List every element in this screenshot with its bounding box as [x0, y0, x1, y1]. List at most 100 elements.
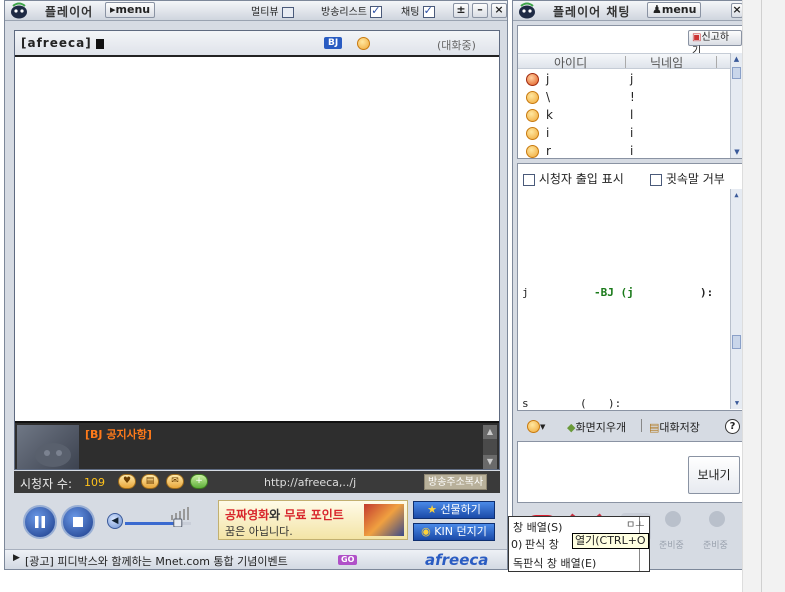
scroll-up-icon[interactable]: ▲: [731, 53, 742, 65]
save-icon: ▤: [649, 421, 660, 434]
chat-bottom-tail: ):: [608, 397, 622, 410]
scroll-up-icon[interactable]: ▲: [731, 189, 742, 201]
chat-bottom-user: s: [522, 397, 529, 410]
video-area[interactable]: [15, 59, 499, 419]
chat-msg-bj: -BJ (j: [594, 286, 634, 299]
scroll-thumb[interactable]: [732, 335, 741, 349]
bj-thumbnail: [17, 425, 79, 469]
shortcut-tooltip: 열기(CTRL+O: [572, 533, 649, 549]
chat-toolbar: ▼ ◆화면지우개 ▤대화저장 ?: [517, 413, 743, 439]
user-list-header: 아이디 닉네임: [518, 53, 730, 71]
user-list-panel: ▣신고하기 아이디 닉네임 j j \ ! k l i i r i ▲ ▼: [517, 25, 743, 159]
chat-log-scrollbar[interactable]: ▲ ▼: [730, 189, 742, 409]
broadcast-url: http://afreeca,../j: [264, 476, 357, 489]
bj-face-icon: [357, 37, 370, 50]
notice-scrollbar[interactable]: ▲ ▼: [483, 425, 497, 469]
afreeca-logo-icon: [519, 2, 535, 19]
emoticon-button[interactable]: ▼: [527, 419, 545, 433]
show-entry-checkbox[interactable]: [523, 173, 535, 186]
volume-level-icon: [125, 507, 191, 528]
user-list-scrollbar[interactable]: ▲ ▼: [730, 53, 742, 158]
col-nick-header[interactable]: 닉네임: [650, 54, 683, 71]
prepare-icon: [659, 509, 687, 537]
chat-titlebar[interactable]: 플레이어 채팅 ♟menu ×: [513, 1, 743, 21]
col-divider: [625, 56, 626, 68]
player-window: 플레이어 ▸menu 멀티뷰 방송리스트 채팅 ± – × [afreeca] …: [4, 0, 508, 570]
pause-button[interactable]: [23, 505, 57, 539]
copy-url-button[interactable]: 방송주소복사: [424, 474, 488, 490]
save-chat-button[interactable]: ▤대화저장: [649, 419, 700, 435]
chat-log[interactable]: j -BJ (j ): s ( ): ▲ ▼: [517, 189, 743, 411]
context-menu-item[interactable]: 창 배열(S): [513, 519, 562, 535]
multiview-icon: [281, 6, 294, 18]
scroll-thumb[interactable]: [732, 67, 741, 79]
minimize-button[interactable]: –: [472, 3, 488, 18]
chat-status: (대화중): [437, 39, 476, 52]
stop-button[interactable]: [61, 505, 95, 539]
scroll-up-icon[interactable]: ▲: [483, 425, 497, 439]
favorite-icon[interactable]: ▤: [141, 474, 159, 489]
send-button[interactable]: 보내기: [688, 456, 740, 494]
help-button[interactable]: ?: [725, 419, 740, 434]
broadcast-list-checkbox[interactable]: [370, 4, 383, 18]
video-panel: [afreeca] BJ (대화중) [BJ 공지사항] ▲ ▼: [14, 30, 500, 470]
ticker-arrow-icon: ▶: [13, 553, 20, 563]
kin-button[interactable]: ◉ KIN 던지기: [413, 523, 495, 541]
context-menu-item[interactable]: 판식 창: [525, 536, 559, 552]
player-menu-button[interactable]: ▸menu: [105, 2, 156, 18]
user-face-icon: [526, 91, 539, 104]
dropdown-icon: ▼: [540, 423, 546, 431]
user-row[interactable]: j j: [526, 72, 726, 89]
desktop-edge: [742, 0, 785, 592]
text-cursor: [96, 39, 104, 49]
notice-label: [BJ 공지사항]: [85, 428, 152, 441]
user-row[interactable]: \ !: [526, 90, 726, 107]
stop-icon: [73, 517, 83, 527]
message-icon[interactable]: ✉: [166, 474, 184, 489]
user-row[interactable]: i i: [526, 126, 726, 143]
user-face-icon: [526, 109, 539, 122]
player-title: 플레이어: [45, 5, 94, 19]
close-button[interactable]: ×: [491, 3, 507, 18]
context-menu-prefix: 0): [511, 538, 523, 551]
report-button[interactable]: ▣신고하기: [688, 30, 742, 57]
multiview-toggle[interactable]: 멀티뷰: [251, 3, 294, 18]
gift-button[interactable]: ★ 선물하기: [413, 501, 495, 519]
clear-button[interactable]: ◆화면지우개: [567, 419, 626, 435]
pause-icon: [35, 516, 45, 528]
user-icon: ♟: [652, 3, 662, 16]
pin-button[interactable]: ±: [453, 3, 469, 18]
refuse-whisper-checkbox[interactable]: [650, 173, 662, 186]
context-menu-item[interactable]: 독판식 창 배열(E): [513, 555, 596, 571]
user-face-icon: [526, 127, 539, 140]
user-row[interactable]: k l: [526, 108, 726, 125]
bj-badge: BJ: [324, 37, 343, 49]
chat-checkbox[interactable]: [422, 4, 435, 18]
ticker-go-button[interactable]: GO: [338, 555, 358, 565]
show-entry-option[interactable]: 시청자 출입 표시: [523, 170, 624, 187]
ticker-bar[interactable]: ▶ [광고] 피디박스와 함께하는 Mnet.com 통합 기념이벤트 GO a…: [5, 549, 507, 569]
broadcast-list-toggle[interactable]: 방송리스트: [321, 3, 383, 18]
scroll-down-icon[interactable]: ▼: [483, 455, 497, 469]
ad-subline: 꿈은 아닙니다.: [225, 525, 293, 538]
star-icon: ★: [427, 503, 437, 516]
chat-toggle[interactable]: 채팅: [401, 3, 435, 18]
sunglasses-face-icon: [527, 419, 540, 433]
user-row[interactable]: r i: [526, 144, 726, 158]
channel-header: [afreeca] BJ (대화중): [15, 31, 499, 57]
volume-icon[interactable]: ◀: [107, 513, 123, 529]
volume-slider[interactable]: [125, 505, 195, 528]
col-id-header[interactable]: 아이디: [554, 54, 587, 71]
kin-icon: ◉: [421, 525, 431, 538]
chat-menu-button[interactable]: ♟menu: [647, 2, 702, 18]
add-icon[interactable]: +: [190, 474, 208, 489]
user-rows: j j \ ! k l i i r i: [518, 72, 730, 158]
prepare-label: 준비중: [659, 541, 684, 551]
notice-bar: [BJ 공지사항] ▲ ▼: [15, 421, 499, 469]
ticker-text: [광고] 피디박스와 함께하는 Mnet.com 통합 기념이벤트: [25, 555, 288, 568]
recommend-icon[interactable]: ♥: [118, 474, 136, 489]
player-titlebar[interactable]: 플레이어 ▸menu 멀티뷰 방송리스트 채팅 ± – ×: [5, 1, 507, 21]
refuse-whisper-option[interactable]: 귓속말 거부: [650, 170, 725, 187]
viewer-bar: 시청자 수: 109 ♥ ▤ ✉ + http://afreeca,../j 방…: [14, 471, 500, 493]
ad-banner[interactable]: 공짜영화와 무료 포인트 꿈은 아닙니다.: [218, 500, 408, 540]
